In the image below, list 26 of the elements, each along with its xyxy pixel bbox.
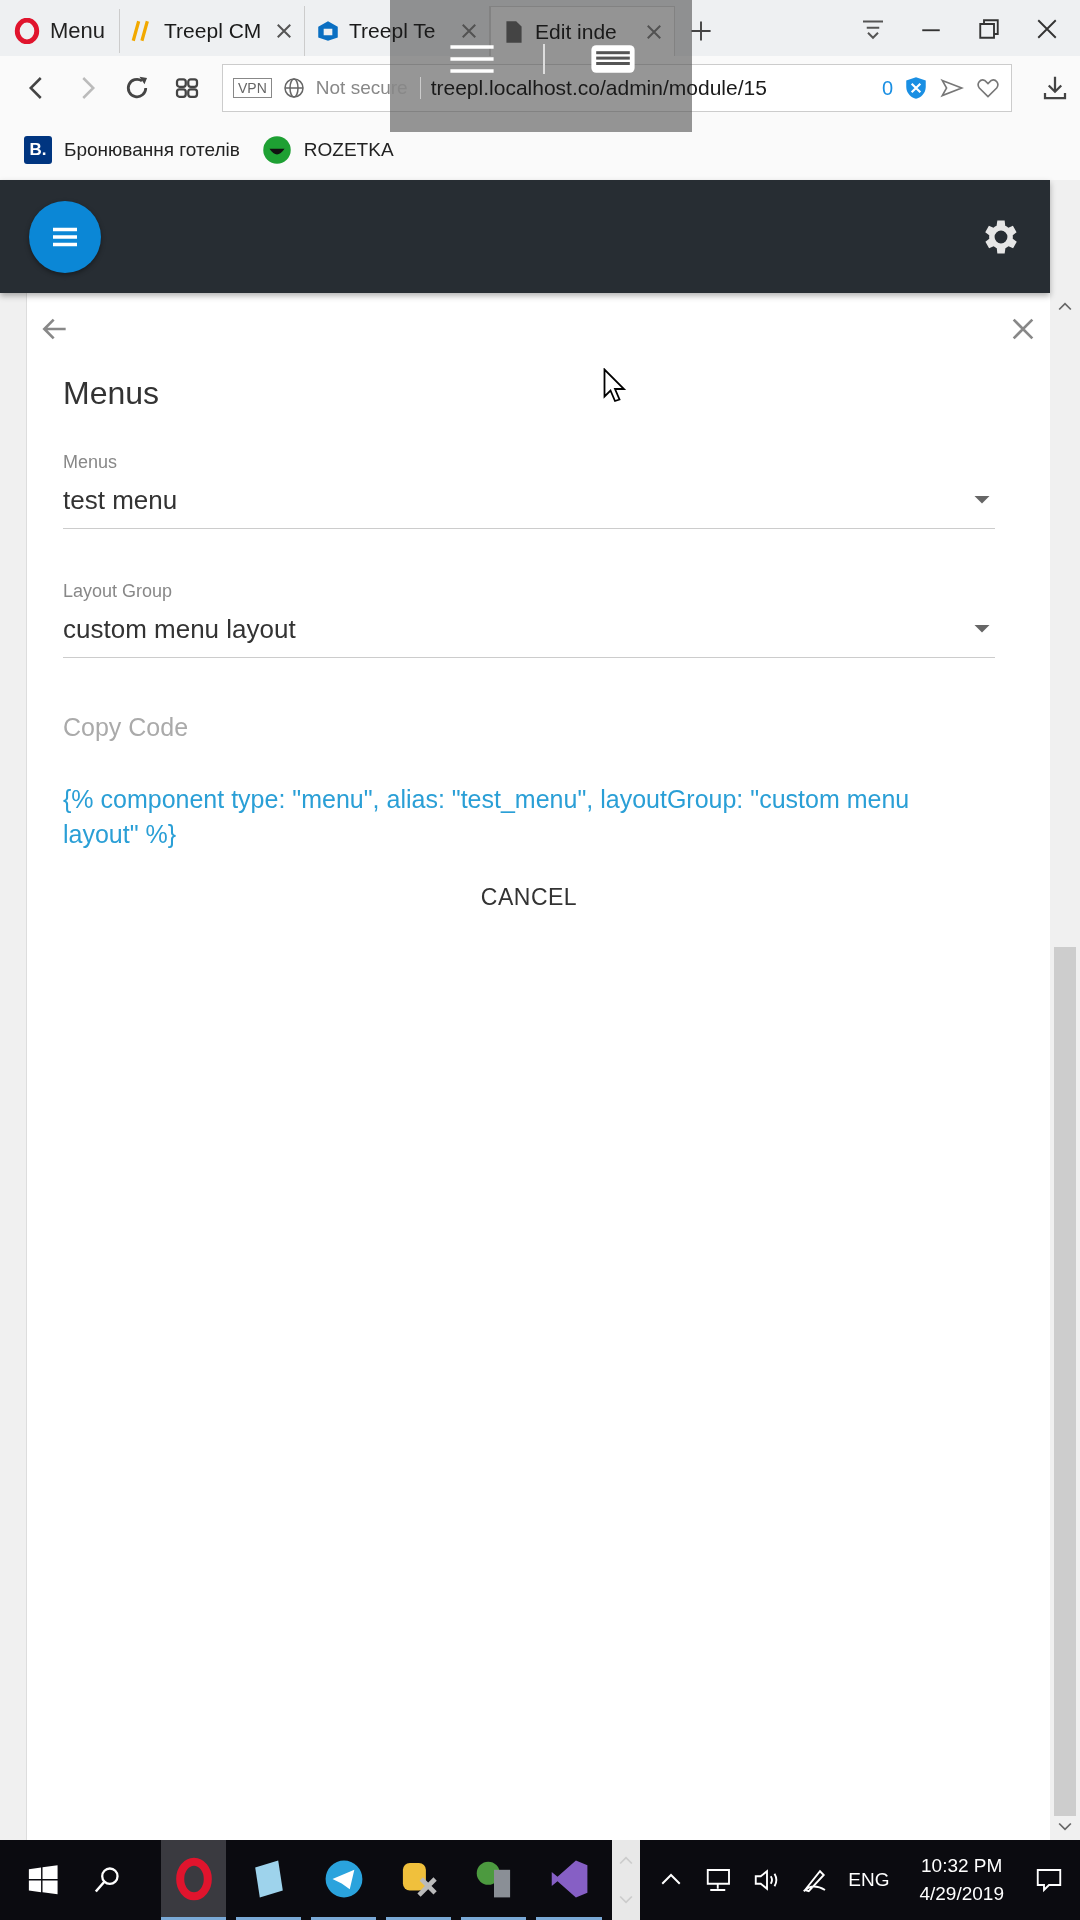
bookmark-link[interactable]: ROZETKA — [261, 135, 394, 165]
new-tab-icon[interactable] — [689, 19, 714, 43]
vpn-badge[interactable]: VPN — [233, 78, 272, 98]
code-snippet: {% component type: "menu", alias: "test_menu", layoutGroup: "custom menu layout" %} — [63, 784, 911, 850]
cancel-button[interactable]: CANCEL — [464, 876, 594, 919]
dropdown-caret-icon — [973, 495, 991, 506]
smiley-icon — [261, 135, 292, 165]
browser-menu-button[interactable]: Menu — [8, 9, 121, 53]
dropdown-caret-icon — [973, 624, 991, 635]
browser-tab[interactable]: Edit inde — [490, 6, 676, 56]
select-field[interactable]: Layout Group custom menu layout — [63, 581, 995, 658]
panel-title: Menus — [63, 375, 160, 412]
copy-code-label: Copy Code — [63, 713, 190, 742]
menu-button[interactable] — [29, 200, 101, 273]
mouse-pointer-icon — [603, 368, 627, 404]
blocked-count: 0 — [881, 76, 893, 100]
scroll-up-icon[interactable] — [1058, 301, 1072, 311]
select-field[interactable]: Menus test menu — [63, 452, 995, 529]
o-logo-icon — [14, 18, 40, 44]
input-language[interactable]: ENG — [848, 1869, 890, 1891]
shield-icon[interactable] — [903, 75, 929, 101]
clock[interactable]: 10:32 PM 4/29/2019 — [919, 1855, 1004, 1905]
bookmark-link[interactable]: B. Бронювання готелів — [24, 136, 240, 164]
globe-icon — [281, 76, 306, 100]
scroll-down-icon[interactable] — [1058, 1822, 1072, 1832]
bookmark-logo: B. — [24, 136, 52, 164]
